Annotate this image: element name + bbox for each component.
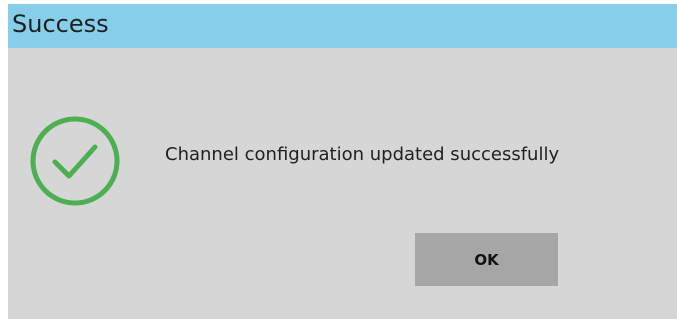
dialog-title: Success [12, 10, 109, 38]
dialog-message: Channel configuration updated successful… [165, 144, 560, 165]
success-dialog: Success Channel configuration updated su… [8, 4, 677, 319]
ok-button[interactable]: OK [415, 233, 558, 286]
check-circle-icon [30, 116, 120, 206]
dialog-titlebar: Success [8, 4, 677, 48]
